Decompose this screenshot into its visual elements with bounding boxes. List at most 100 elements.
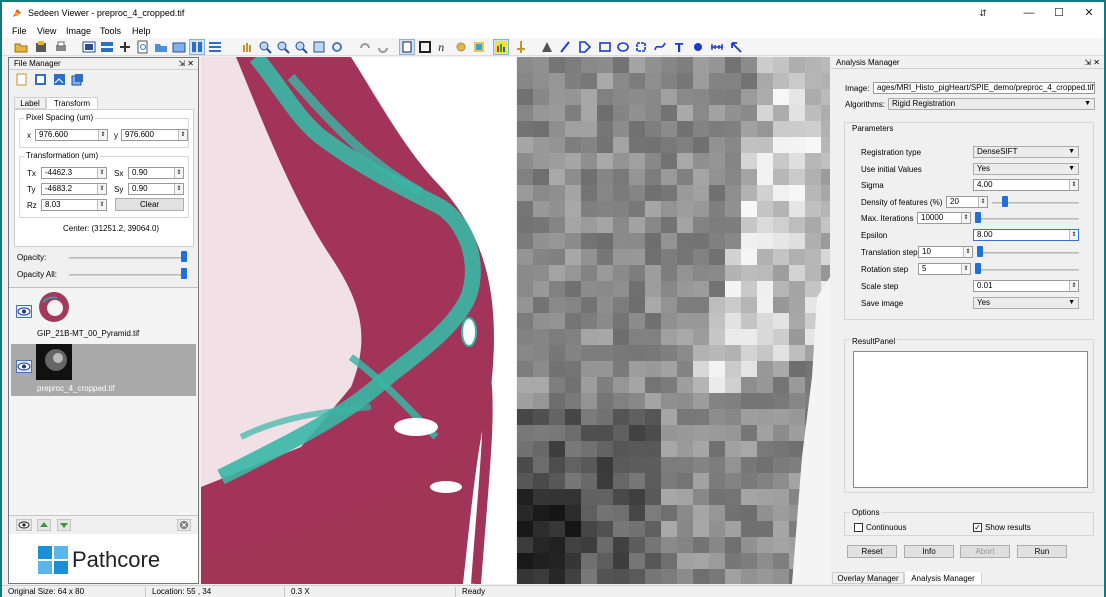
select-tool-icon[interactable] xyxy=(399,39,415,55)
sy-spinbox[interactable]: 0.90 ⇕ xyxy=(128,183,184,195)
text-tool-icon[interactable]: T xyxy=(672,40,686,54)
density-of-features-slider-handle[interactable] xyxy=(1002,196,1008,207)
layers-icon[interactable] xyxy=(71,73,84,86)
channels-icon[interactable] xyxy=(472,40,486,54)
rotation-step-slider-track[interactable] xyxy=(975,269,1079,271)
tab-analysis-manager[interactable]: Analysis Manager xyxy=(904,572,982,584)
ty-spinbox[interactable]: -4683.2 ⇕ xyxy=(41,183,107,195)
spin-arrows-icon[interactable]: ⇕ xyxy=(174,184,183,194)
grayscale-image-view[interactable] xyxy=(517,57,830,584)
max-iterations-spinbox[interactable]: 10000 ⇕ xyxy=(917,212,971,224)
image-path-field[interactable]: ages/MRI_Histo_pigHeart/SPIE_demo/prepro… xyxy=(873,82,1095,94)
tab-transform[interactable]: Transform xyxy=(46,97,98,109)
transform-icon[interactable] xyxy=(118,40,132,54)
pen-icon[interactable] xyxy=(558,40,572,54)
registration-type-select[interactable]: DenseSIFT ▼ xyxy=(973,146,1079,158)
reset-button[interactable]: Reset xyxy=(847,545,897,558)
translation-step-slider-track[interactable] xyxy=(977,252,1079,254)
frame-icon[interactable] xyxy=(418,40,432,54)
eye-toggle-icon[interactable] xyxy=(16,519,32,531)
arrow-tool-icon[interactable] xyxy=(729,40,743,54)
pixel-y-spinbox[interactable]: 976.600 ⇕ xyxy=(121,129,188,141)
sigma-spinbox[interactable]: 4.00 ⇕ xyxy=(973,179,1079,191)
translation-step-spinbox[interactable]: 10 ⇕ xyxy=(918,246,973,258)
ellipse-tool-icon[interactable] xyxy=(616,40,630,54)
tab-overlay-manager[interactable]: Overlay Manager xyxy=(832,572,904,584)
spin-arrows-icon[interactable]: ⇕ xyxy=(97,168,106,178)
epsilon-spinbox[interactable]: 8.00 ⇕ xyxy=(973,229,1079,241)
continuous-checkbox[interactable] xyxy=(854,523,863,532)
rectangle-tool-icon[interactable] xyxy=(598,40,612,54)
layout-columns-icon[interactable] xyxy=(189,39,205,55)
triangle-tool-icon[interactable] xyxy=(578,40,592,54)
text-n-icon[interactable]: n xyxy=(436,40,450,54)
list-item[interactable]: GIP_21B-MT_00_Pyramid.tif xyxy=(9,288,198,342)
info-button[interactable]: Info xyxy=(904,545,954,558)
spin-arrows-icon[interactable]: ⇕ xyxy=(97,200,106,210)
list-item-selected[interactable]: preproc_4_cropped.tif xyxy=(11,344,196,396)
spin-arrows-icon[interactable]: ⇕ xyxy=(1069,230,1078,240)
histology-image-view[interactable] xyxy=(201,57,516,584)
close-file-icon[interactable] xyxy=(177,519,191,531)
window-icon[interactable] xyxy=(172,40,186,54)
rotation-step-slider-handle[interactable] xyxy=(975,263,981,274)
spin-arrows-icon[interactable]: ⇕ xyxy=(98,130,107,140)
zoom-in-icon[interactable] xyxy=(258,40,272,54)
zoom-document-icon[interactable] xyxy=(136,40,150,54)
histogram-icon[interactable] xyxy=(493,39,509,55)
spin-arrows-icon[interactable]: ⇕ xyxy=(963,247,972,257)
layout-rows-icon[interactable] xyxy=(100,40,114,54)
run-button[interactable]: Run xyxy=(1017,545,1067,558)
save-image-select[interactable]: Yes ▼ xyxy=(973,297,1079,309)
tx-spinbox[interactable]: -4462.3 ⇕ xyxy=(41,167,107,179)
visibility-eye-icon[interactable] xyxy=(16,305,32,318)
annotation-tool-icon[interactable] xyxy=(540,40,554,54)
image-layer-icon[interactable] xyxy=(53,73,66,86)
open-folder-icon[interactable] xyxy=(14,40,28,54)
spin-arrows-icon[interactable]: ⇕ xyxy=(174,168,183,178)
layout-single-icon[interactable] xyxy=(82,40,96,54)
max-iterations-slider-handle[interactable] xyxy=(975,212,981,223)
spin-arrows-icon[interactable]: ⇕ xyxy=(961,213,970,223)
print-icon[interactable] xyxy=(54,40,68,54)
hand-pan-icon[interactable] xyxy=(240,40,254,54)
ruler-tool-icon[interactable] xyxy=(710,40,724,54)
pixel-x-spinbox[interactable]: 976.600 ⇕ xyxy=(35,129,108,141)
spin-arrows-icon[interactable]: ⇕ xyxy=(1069,281,1078,291)
menu-view[interactable]: View xyxy=(37,26,56,36)
maximize-button[interactable]: ☐ xyxy=(1044,5,1074,21)
show-results-checkbox[interactable]: ✓ xyxy=(973,523,982,532)
panel-float-close-controls[interactable]: ⇲ ✕ xyxy=(178,58,194,70)
translation-step-slider-handle[interactable] xyxy=(977,246,983,257)
adjust-icon[interactable] xyxy=(514,40,528,54)
opacity-slider-handle[interactable] xyxy=(181,251,187,262)
zoom-region-icon[interactable] xyxy=(312,40,326,54)
rotation-step-spinbox[interactable]: 5 ⇕ xyxy=(918,263,971,275)
opacity-all-slider-track[interactable] xyxy=(69,274,187,276)
menu-tools[interactable]: Tools xyxy=(100,26,121,36)
scale-step-spinbox[interactable]: 0.01 ⇕ xyxy=(973,280,1079,292)
folder-blue-icon[interactable] xyxy=(154,40,168,54)
algorithm-select[interactable]: Rigid Registration ▼ xyxy=(888,98,1095,110)
spin-arrows-icon[interactable]: ⇕ xyxy=(978,197,987,207)
copy-icon[interactable] xyxy=(34,73,47,86)
refresh-icon[interactable] xyxy=(330,40,344,54)
use-initial-values-select[interactable]: Yes ▼ xyxy=(973,163,1079,175)
sx-spinbox[interactable]: 0.90 ⇕ xyxy=(128,167,184,179)
tab-label[interactable]: Label xyxy=(14,97,46,109)
rotate-left-icon[interactable] xyxy=(358,40,372,54)
spin-arrows-icon[interactable]: ⇕ xyxy=(178,130,187,140)
restore-layout-button[interactable]: ⇵ xyxy=(968,5,998,21)
clear-button[interactable]: Clear xyxy=(115,198,184,211)
rz-spinbox[interactable]: 8.03 ⇕ xyxy=(41,199,107,211)
close-button[interactable]: ✕ xyxy=(1074,5,1104,21)
zoom-fit-icon[interactable] xyxy=(294,40,308,54)
menu-help[interactable]: Help xyxy=(132,26,151,36)
spin-arrows-icon[interactable]: ⇕ xyxy=(1069,180,1078,190)
move-up-icon[interactable] xyxy=(37,519,51,531)
spin-arrows-icon[interactable]: ⇕ xyxy=(97,184,106,194)
menu-file[interactable]: File xyxy=(12,26,27,36)
layout-stack-icon[interactable] xyxy=(208,40,222,54)
move-down-icon[interactable] xyxy=(57,519,71,531)
opacity-all-slider-handle[interactable] xyxy=(181,268,187,279)
